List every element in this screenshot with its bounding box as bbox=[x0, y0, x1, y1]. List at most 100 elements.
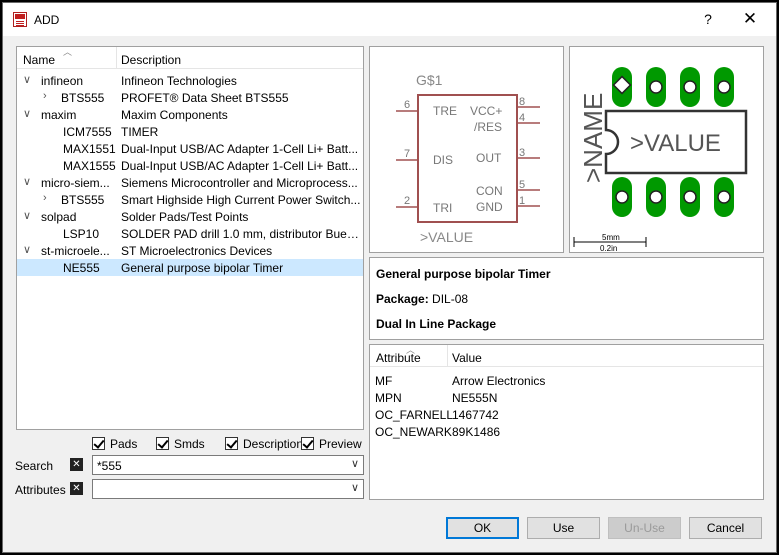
tree-item-description: Solder Pads/Test Points bbox=[121, 210, 249, 224]
device-title: General purpose bipolar Timer bbox=[376, 267, 551, 281]
package-value: DIL-08 bbox=[432, 292, 469, 306]
package-value-text: >VALUE bbox=[630, 130, 721, 157]
package-preview: >NAME >VALUE 5mm 0.2in bbox=[569, 46, 764, 253]
smds-label: Smds bbox=[174, 437, 205, 451]
chevron-down-icon[interactable]: ∨ bbox=[23, 243, 31, 256]
pin-number: 2 bbox=[404, 195, 410, 207]
column-header-description[interactable]: Description bbox=[121, 53, 181, 67]
tree-item[interactable]: ∨ infineon Infineon Technologies bbox=[17, 72, 363, 89]
pin-number: 3 bbox=[519, 147, 525, 159]
tree-item-description: Dual-Input USB/AC Adapter 1-Cell Li+ Bat… bbox=[121, 142, 359, 156]
tree-item-description: TIMER bbox=[121, 125, 159, 139]
column-separator[interactable] bbox=[447, 345, 448, 367]
tree-item-description: Maxim Components bbox=[121, 108, 228, 122]
tree-item-description: SOLDER PAD drill 1.0 mm, distributor Bue… bbox=[121, 227, 361, 241]
tree-item[interactable]: MAX1555 Dual-Input USB/AC Adapter 1-Cell … bbox=[17, 157, 363, 174]
column-header-attribute[interactable]: Attribute bbox=[376, 351, 421, 365]
description-checkbox[interactable] bbox=[225, 437, 238, 450]
tree-item[interactable]: LSP10 SOLDER PAD drill 1.0 mm, distributo… bbox=[17, 225, 363, 242]
tree-item-name: ICM7555 bbox=[63, 125, 112, 139]
tree-item[interactable]: ∨ maxim Maxim Components bbox=[17, 106, 363, 123]
package-label: Package: bbox=[376, 292, 429, 306]
use-button[interactable]: Use bbox=[527, 517, 600, 539]
chevron-down-icon[interactable]: ∨ bbox=[23, 175, 31, 188]
chevron-down-icon[interactable]: ∨ bbox=[23, 107, 31, 120]
smds-checkbox[interactable] bbox=[156, 437, 169, 450]
column-separator[interactable] bbox=[116, 47, 117, 69]
chevron-right-icon[interactable]: › bbox=[43, 90, 47, 102]
pin-label: GND bbox=[476, 200, 503, 214]
column-header-name[interactable]: Name bbox=[23, 53, 55, 67]
search-input[interactable]: *555 ∨ bbox=[92, 455, 364, 475]
tree-item-name: solpad bbox=[41, 210, 77, 224]
attribute-key: OC_NEWARK bbox=[375, 425, 452, 439]
pin-number: 6 bbox=[404, 99, 410, 111]
unuse-button[interactable]: Un-Use bbox=[608, 517, 681, 539]
pin-label: VCC+ bbox=[470, 104, 502, 118]
package-drawing: >NAME >VALUE 5mm 0.2in bbox=[573, 67, 748, 253]
help-button[interactable]: ? bbox=[697, 9, 719, 29]
device-info: General purpose bipolar Timer Package: D… bbox=[369, 257, 764, 340]
attribute-value: 89K1486 bbox=[452, 425, 501, 439]
symbol-drawing: G$1 6 7 2 8 4 3 5 1 TRE DIS TRI VCC+ /RE… bbox=[396, 72, 540, 245]
cancel-button[interactable]: Cancel bbox=[689, 517, 762, 539]
ok-button[interactable]: OK bbox=[446, 517, 519, 539]
scale-mm: 5mm bbox=[602, 233, 620, 242]
pin-number: 4 bbox=[519, 112, 525, 124]
symbol-name: G$1 bbox=[416, 72, 443, 88]
chevron-right-icon[interactable]: › bbox=[43, 192, 47, 204]
pin-number: 5 bbox=[519, 179, 525, 191]
clear-search-icon[interactable]: ✕ bbox=[70, 458, 83, 471]
tree-item[interactable]: ∨ solpad Solder Pads/Test Points bbox=[17, 208, 363, 225]
close-button[interactable]: ✕ bbox=[739, 9, 761, 29]
pads-label: Pads bbox=[110, 437, 138, 451]
tree-item-description: ST Microelectronics Devices bbox=[121, 244, 273, 258]
package-name-text: >NAME bbox=[578, 93, 608, 183]
tree-item[interactable]: › BTS555 PROFET® Data Sheet BTS555 bbox=[17, 89, 363, 106]
tree-item-name: BTS555 bbox=[61, 193, 105, 207]
tree-item-name: MAX1555 bbox=[63, 159, 116, 173]
attribute-value: 1467742 bbox=[452, 408, 499, 422]
tree-item-name: st-microele... bbox=[41, 244, 110, 258]
tree-item[interactable]: ∨ micro-siem... Siemens Microcontroller an… bbox=[17, 174, 363, 191]
library-tree[interactable]: ︿ Name Description ∨ infineon Infineon Tec… bbox=[16, 46, 364, 430]
tree-item-name: LSP10 bbox=[63, 227, 100, 241]
attributes-header: ︿ Attribute Value bbox=[370, 345, 763, 367]
tree-item-name: micro-siem... bbox=[41, 176, 110, 190]
tree-item-description: Infineon Technologies bbox=[121, 74, 237, 88]
column-header-value[interactable]: Value bbox=[452, 351, 482, 365]
tree-item[interactable]: ∨ st-microele... ST Microelectronics Devic… bbox=[17, 242, 363, 259]
attribute-key: MPN bbox=[375, 391, 402, 405]
chevron-down-icon[interactable]: ∨ bbox=[23, 209, 31, 222]
attributes-table[interactable]: ︿ Attribute Value MF Arrow Electronics M… bbox=[369, 344, 764, 500]
attributes-label: Attributes bbox=[15, 483, 66, 497]
symbol-preview: G$1 6 7 2 8 4 3 5 1 TRE DIS TRI VCC+ /RE… bbox=[369, 46, 564, 253]
preview-checkbox[interactable] bbox=[301, 437, 314, 450]
tree-item[interactable]: › BTS555 Smart Highside High Current Power… bbox=[17, 191, 363, 208]
pin-label: /RES bbox=[474, 120, 502, 134]
tree-item-name: BTS555 bbox=[61, 91, 105, 105]
attribute-key: MF bbox=[375, 374, 393, 388]
scale-in: 0.2in bbox=[600, 244, 617, 252]
pin-number: 7 bbox=[404, 148, 410, 160]
attributes-input[interactable]: ∨ bbox=[92, 479, 364, 499]
pin-number: 1 bbox=[519, 195, 525, 207]
attribute-value: NE555N bbox=[452, 391, 498, 405]
add-dialog: ADD ? ✕ ︿ Name Description ∨ infineon Infi… bbox=[2, 2, 777, 553]
preview-label: Preview bbox=[319, 437, 362, 451]
package-description: Dual In Line Package bbox=[376, 317, 497, 331]
tree-item-description: PROFET® Data Sheet BTS555 bbox=[121, 91, 289, 105]
pin-label: TRI bbox=[433, 201, 452, 215]
clear-attributes-icon[interactable]: ✕ bbox=[70, 482, 83, 495]
pads-checkbox[interactable] bbox=[92, 437, 105, 450]
tree-item[interactable]: ICM7555 TIMER bbox=[17, 123, 363, 140]
chevron-down-icon[interactable]: ∨ bbox=[23, 73, 31, 86]
symbol-value: >VALUE bbox=[420, 229, 473, 245]
tree-header: ︿ Name Description bbox=[17, 47, 363, 69]
pin-label: TRE bbox=[433, 104, 457, 118]
tree-item[interactable]: NE555 General purpose bipolar Timer bbox=[17, 259, 363, 276]
pin-label: OUT bbox=[476, 151, 502, 165]
chevron-down-icon[interactable]: ∨ bbox=[351, 457, 359, 470]
tree-item[interactable]: MAX1551 Dual-Input USB/AC Adapter 1-Cell … bbox=[17, 140, 363, 157]
chevron-down-icon[interactable]: ∨ bbox=[351, 481, 359, 494]
